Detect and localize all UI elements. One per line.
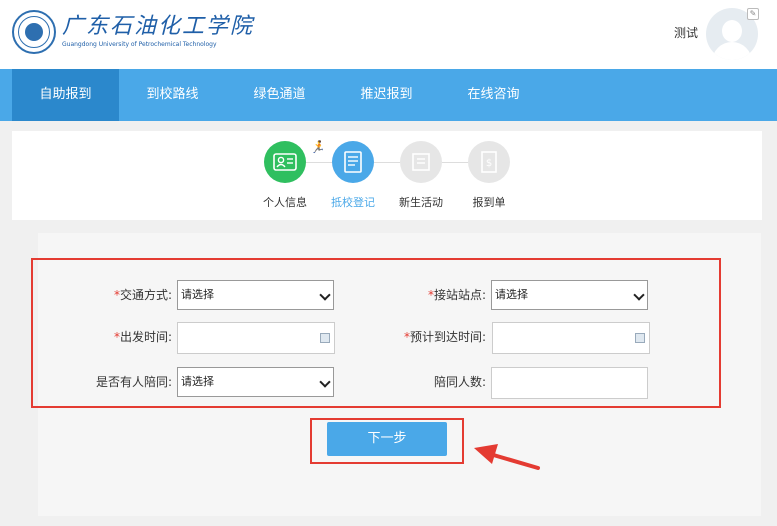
arrival-time-input[interactable] bbox=[492, 322, 650, 354]
departure-time-label: *出发时间: bbox=[113, 330, 172, 344]
pickup-station-label: *接站站点: bbox=[427, 288, 486, 302]
companion-label: 是否有人陪同: bbox=[95, 375, 172, 389]
departure-time-input[interactable] bbox=[177, 322, 335, 354]
calendar-icon[interactable] bbox=[320, 333, 330, 343]
calendar-icon[interactable] bbox=[635, 333, 645, 343]
red-arrow-annotation bbox=[474, 444, 540, 470]
step-connector bbox=[306, 162, 332, 163]
arrival-time-label: *预计到达时间: bbox=[403, 330, 486, 344]
school-logo[interactable]: 广东石油化工学院 Guangdong University of Petroch… bbox=[12, 10, 254, 54]
step-label-arrival-registration: 抵校登记 bbox=[331, 196, 375, 209]
step-label-personal-info: 个人信息 bbox=[263, 196, 307, 209]
chevron-down-icon bbox=[319, 289, 331, 301]
transport-label: *交通方式: bbox=[113, 288, 172, 302]
progress-steps bbox=[12, 131, 762, 220]
step-registration-form[interactable]: $ bbox=[468, 141, 510, 183]
nav-self-registration[interactable]: 自助报到 bbox=[12, 69, 119, 121]
step-arrival-registration[interactable] bbox=[332, 141, 374, 183]
chevron-down-icon bbox=[319, 376, 331, 388]
companion-select[interactable]: 请选择 bbox=[177, 367, 334, 397]
step-label-freshman-activities: 新生活动 bbox=[399, 196, 443, 209]
runner-icon: 🏃 bbox=[310, 140, 325, 154]
nav-route-to-school[interactable]: 到校路线 bbox=[119, 69, 226, 121]
edit-icon[interactable]: ✎ bbox=[747, 8, 759, 20]
logo-english-name: Guangdong University of Petrochemical Te… bbox=[62, 41, 217, 48]
header: 广东石油化工学院 Guangdong University of Petroch… bbox=[0, 0, 777, 69]
activity-icon bbox=[412, 153, 430, 171]
document-icon bbox=[344, 151, 362, 173]
next-step-button[interactable]: 下一步 bbox=[327, 422, 447, 456]
transport-select[interactable]: 请选择 bbox=[177, 280, 334, 310]
step-connector bbox=[442, 162, 468, 163]
id-card-icon bbox=[273, 153, 297, 171]
receipt-icon: $ bbox=[481, 151, 497, 173]
nav-postpone-registration[interactable]: 推迟报到 bbox=[333, 69, 440, 121]
main-nav: 自助报到 到校路线 绿色通道 推迟报到 在线咨询 bbox=[0, 69, 777, 121]
user-name[interactable]: 测试 bbox=[674, 24, 698, 41]
logo-chinese-name: 广东石油化工学院 bbox=[62, 14, 255, 39]
companion-count-label: 陪同人数: bbox=[433, 375, 486, 389]
nav-online-consult[interactable]: 在线咨询 bbox=[440, 69, 547, 121]
step-personal-info[interactable] bbox=[264, 141, 306, 183]
step-connector bbox=[374, 162, 400, 163]
step-label-registration-form: 报到单 bbox=[472, 196, 506, 209]
pickup-station-select[interactable]: 请选择 bbox=[491, 280, 648, 310]
chevron-down-icon bbox=[633, 289, 645, 301]
companion-count-input[interactable] bbox=[491, 367, 648, 399]
nav-green-channel[interactable]: 绿色通道 bbox=[226, 69, 333, 121]
school-seal-icon bbox=[12, 10, 56, 54]
svg-text:$: $ bbox=[486, 158, 492, 169]
step-freshman-activities[interactable] bbox=[400, 141, 442, 183]
